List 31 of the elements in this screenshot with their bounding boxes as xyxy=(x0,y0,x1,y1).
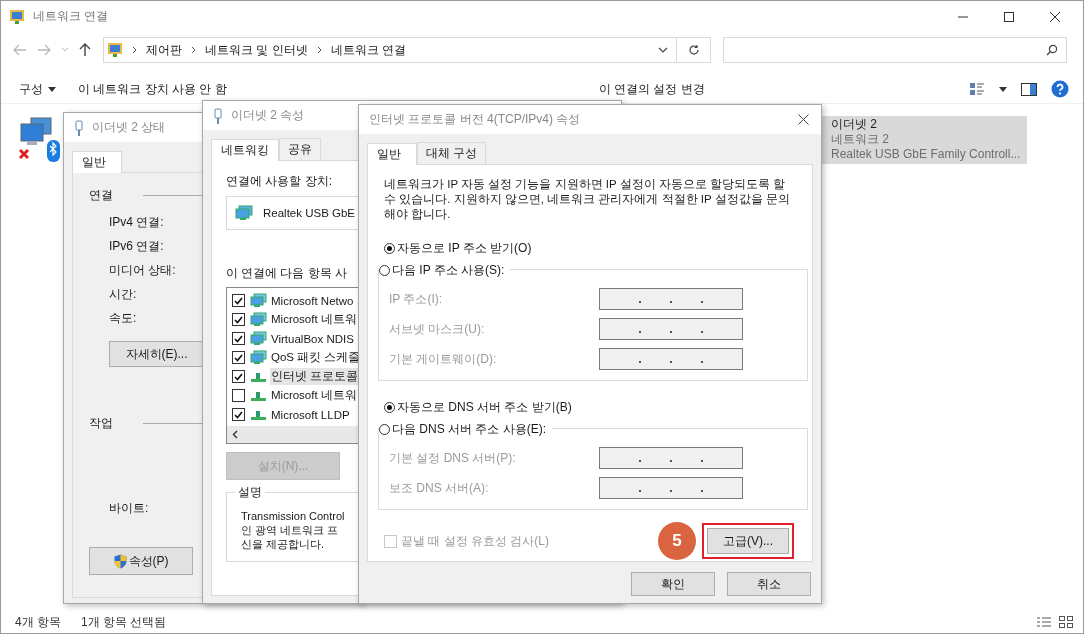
network-name: 네트워크 2 xyxy=(831,132,890,147)
field-label: IP 주소(I): xyxy=(389,290,444,308)
section-heading: 연결 xyxy=(89,187,113,204)
field-label: IPv4 연결: xyxy=(109,214,164,231)
field-label: 바이트: xyxy=(109,500,149,517)
intro-text: 네트워크가 IP 자동 설정 기능을 지원하면 IP 설정이 자동으로 할당되도록 할 수 있습니다. 지원하지 않으면, 네트워크 관리자에게 적절한 IP 설정값을 문의해야 합니다. xyxy=(384,177,791,222)
field-label: 보조 DNS 서버(A): xyxy=(389,479,490,497)
field-label: 미디어 상태: xyxy=(109,262,176,279)
description-text: 인 광역 네트워크 프 xyxy=(241,523,339,537)
section-heading: 작업 xyxy=(89,415,113,432)
description-text: Transmission Control xyxy=(241,509,345,523)
dialog-title: 이더넷 2 속성 xyxy=(231,107,305,124)
field-label: IPv6 연결: xyxy=(109,238,164,255)
adapter-name: Realtek USB GbE Family Controll... xyxy=(831,147,1019,162)
field-label: 서브넷 마스크(U): xyxy=(389,320,486,338)
description-text: 신을 제공합니다. xyxy=(241,537,325,551)
field-label: 연결에 사용할 장치: xyxy=(226,173,332,190)
field-label: 기본 게이트웨이(D): xyxy=(389,350,498,368)
field-label: 이 연결에 다음 항목 사 xyxy=(226,266,347,281)
status-text: 4개 항목 xyxy=(15,613,61,631)
status-text: 1개 항목 선택됨 xyxy=(81,613,167,631)
dialog-title: 인터넷 프로토콜 버전 4(TCP/IPv4) 속성 xyxy=(369,111,581,128)
group-heading: 설명 xyxy=(235,485,265,499)
field-label: 기본 설정 DNS 서버(P): xyxy=(389,449,517,467)
dialog-title: 이더넷 2 상태 xyxy=(92,119,166,136)
field-label: 속도: xyxy=(109,310,137,327)
connection-name: 이더넷 2 xyxy=(831,117,878,132)
window-title: 네트워크 연결 xyxy=(33,8,109,25)
step-badge: 5 xyxy=(658,522,696,560)
field-label: 시간: xyxy=(109,286,137,303)
device-name: Realtek USB GbE xyxy=(263,207,356,219)
